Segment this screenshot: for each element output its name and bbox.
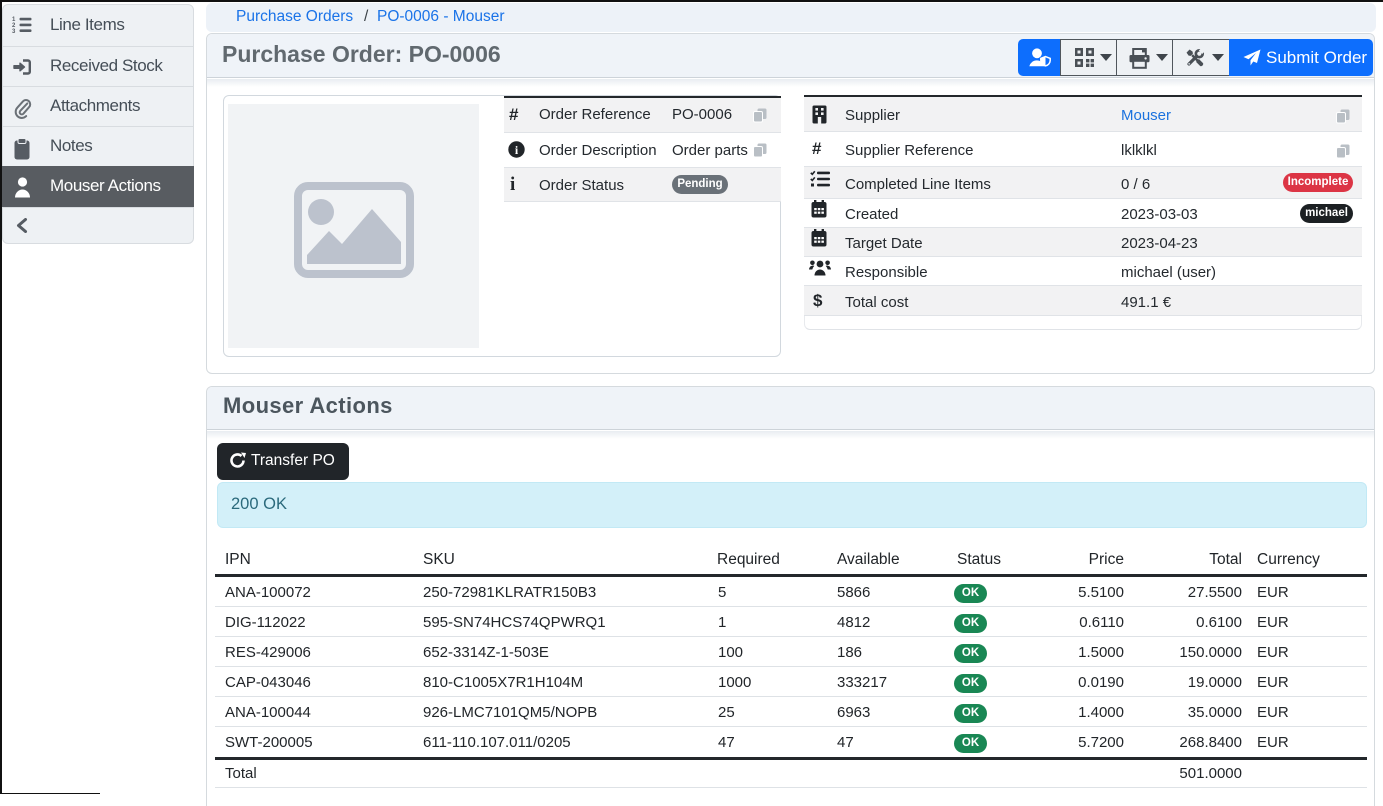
svg-text:3: 3 [12, 29, 16, 34]
